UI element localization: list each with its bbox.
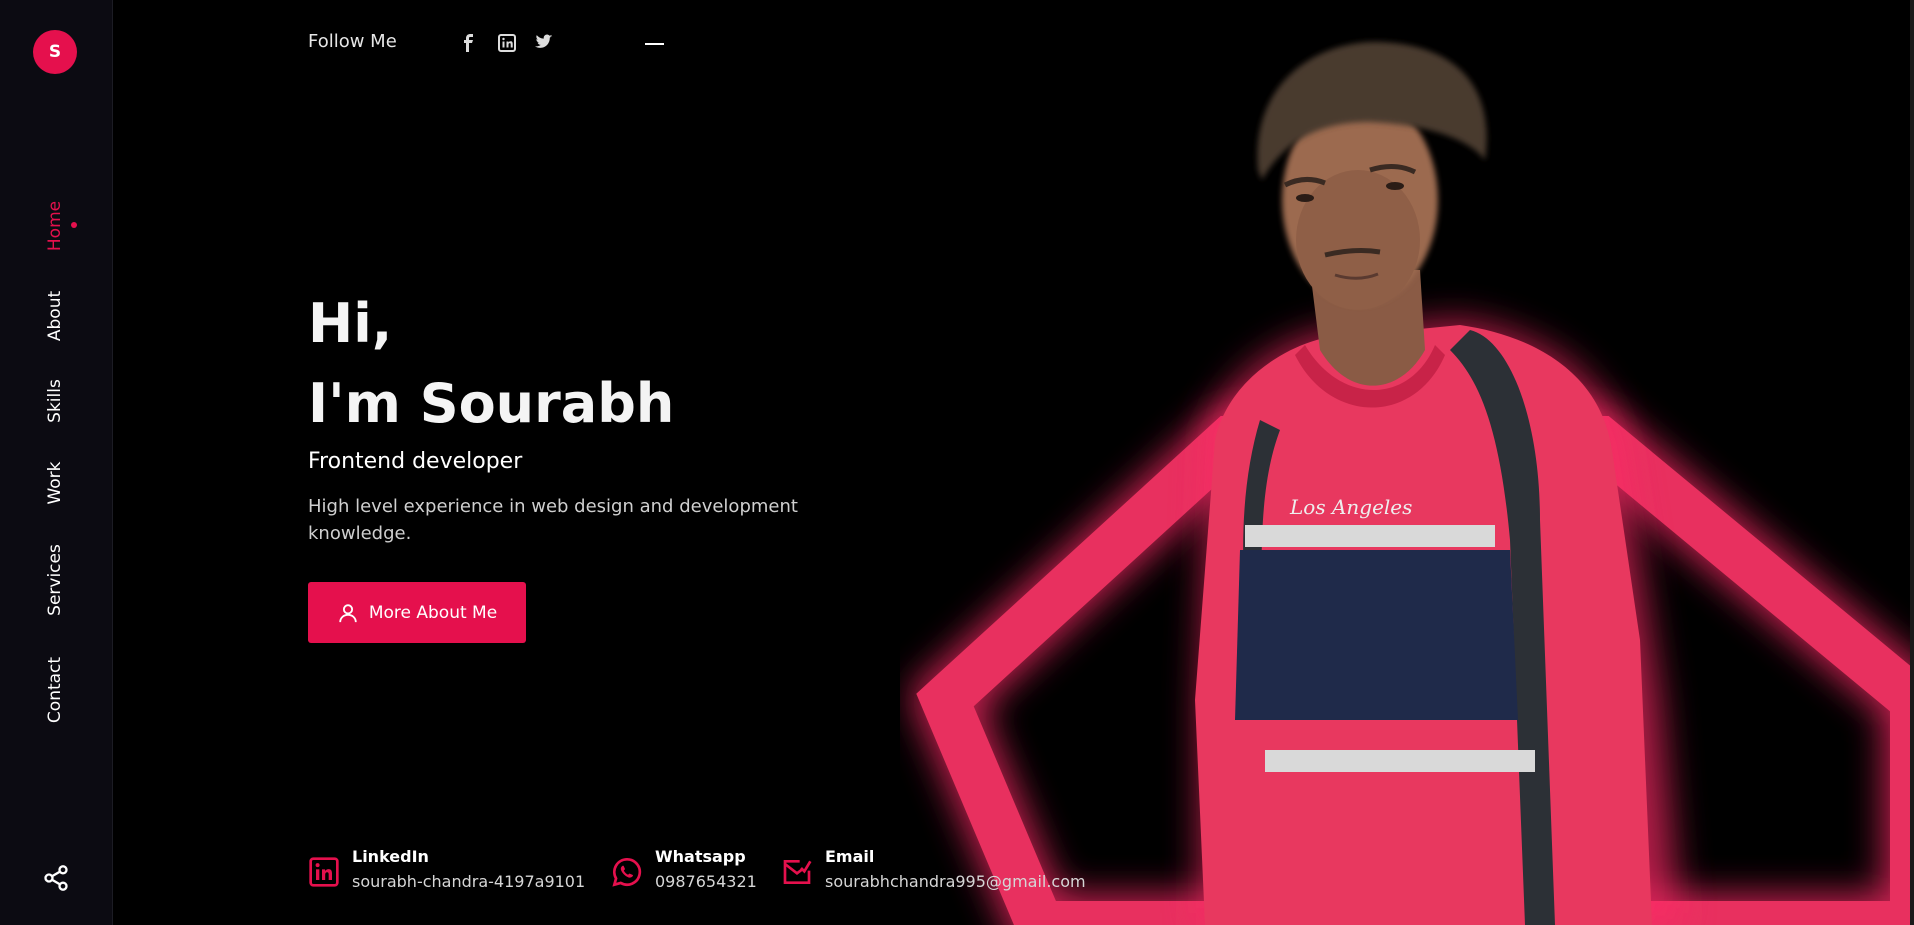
facebook-icon[interactable] xyxy=(461,34,475,52)
nav-item-skills[interactable]: Skills xyxy=(45,379,65,423)
more-about-me-label: More About Me xyxy=(368,602,498,623)
logo[interactable]: S xyxy=(33,30,77,74)
nav-item-contact[interactable]: Contact xyxy=(45,657,65,723)
shirt-print: Los Angeles xyxy=(1289,495,1412,519)
hero-description: High level experience in web design and … xyxy=(308,496,798,544)
share-icon[interactable] xyxy=(42,864,70,892)
contact-value: sourabh-chandra-4197a9101 xyxy=(352,872,586,891)
email-icon xyxy=(783,860,812,884)
nav-item-work[interactable]: Work xyxy=(45,461,65,504)
contact-title: Whatsapp xyxy=(655,847,746,866)
whatsapp-icon xyxy=(612,857,642,887)
scrollbar[interactable] xyxy=(1910,0,1914,925)
contact-value: 0987654321 xyxy=(655,872,757,891)
sidebar: S Home About Skills Work Services Contac… xyxy=(0,0,113,925)
active-indicator-dot xyxy=(71,222,77,228)
nav-item-services[interactable]: Services xyxy=(45,544,65,616)
user-icon xyxy=(339,603,357,622)
follow-me-label: Follow Me xyxy=(308,31,397,52)
contact-whatsapp[interactable]: Whatsapp 0987654321 xyxy=(611,846,757,896)
hero-greeting: Hi, xyxy=(308,292,393,355)
nav-item-about[interactable]: About xyxy=(45,291,65,341)
nav-item-home[interactable]: Home xyxy=(45,201,65,251)
linkedin-icon[interactable] xyxy=(498,34,516,52)
decorative-dash xyxy=(645,43,664,45)
contact-email[interactable]: Email sourabhchandra995@gmail.com xyxy=(781,846,1086,896)
contact-value: sourabhchandra995@gmail.com xyxy=(825,872,1086,891)
contact-linkedin[interactable]: LinkedIn sourabh-chandra-4197a9101 xyxy=(308,846,585,896)
contact-title: Email xyxy=(825,847,875,866)
twitter-icon[interactable] xyxy=(535,34,553,50)
hero-name: I'm Sourabh xyxy=(308,372,675,435)
hero-role: Frontend developer xyxy=(308,449,523,474)
linkedin-icon xyxy=(309,857,339,887)
more-about-me-button[interactable]: More About Me xyxy=(308,582,526,643)
profile-photo: Los Angeles xyxy=(909,41,1914,925)
contact-title: LinkedIn xyxy=(352,847,429,866)
